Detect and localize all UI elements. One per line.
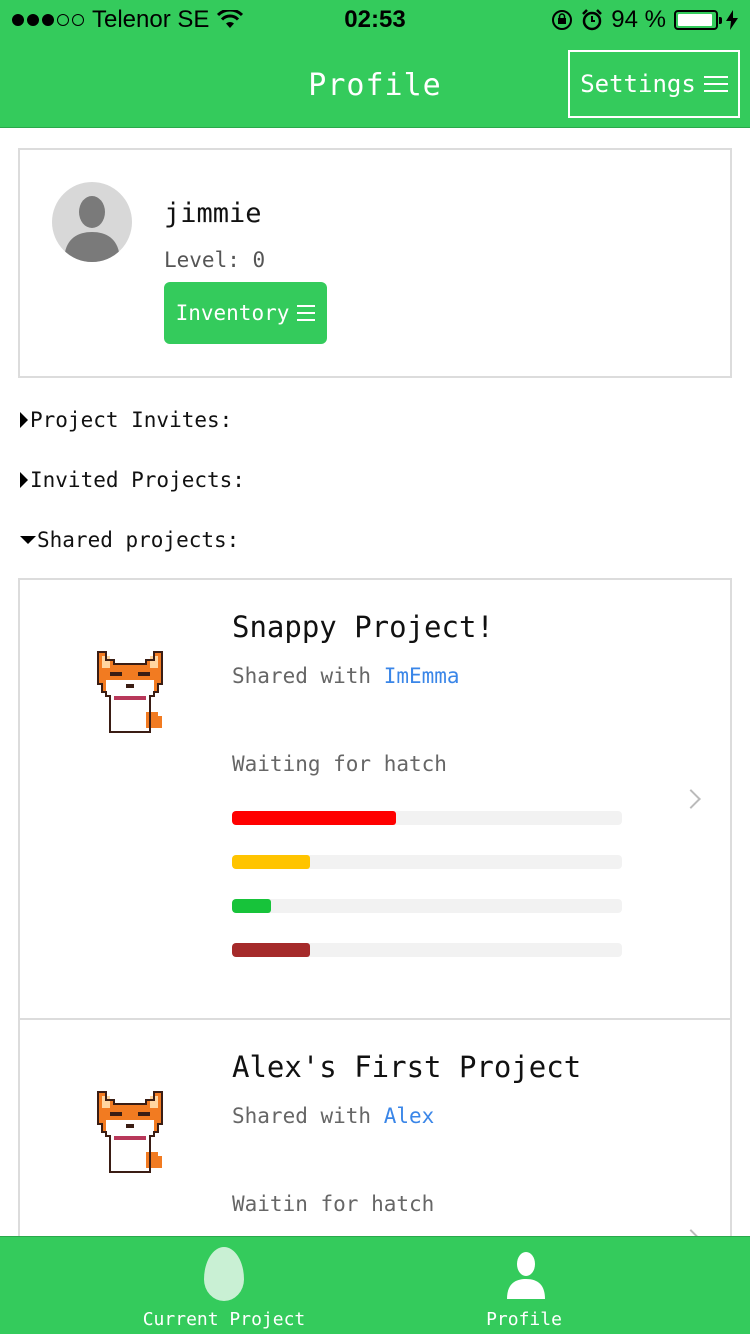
progress-bar-fill	[232, 811, 396, 825]
progress-bar-fill	[232, 943, 310, 957]
battery-level-fill	[678, 14, 712, 26]
settings-label: Settings	[580, 70, 696, 98]
menu-icon	[703, 76, 728, 92]
avatar	[52, 182, 132, 262]
inventory-label: Inventory	[175, 301, 290, 325]
project-card[interactable]: Snappy Project! Shared with ImEmma Waiti…	[18, 578, 732, 1020]
section-shared-projects[interactable]: Shared projects:	[20, 528, 239, 552]
tab-label: Profile	[486, 1309, 562, 1330]
charging-bolt-icon	[726, 10, 738, 30]
progress-bar	[232, 943, 622, 957]
project-title: Snappy Project!	[232, 610, 494, 644]
project-status: Waiting for hatch	[232, 752, 447, 776]
expand-arrow-icon	[20, 412, 28, 428]
tab-bar: Current Project Profile	[0, 1236, 750, 1334]
progress-bar	[232, 899, 622, 913]
section-label: Shared projects:	[37, 528, 240, 552]
shared-user-link[interactable]: Alex	[384, 1104, 435, 1128]
tab-label: Current Project	[142, 1309, 306, 1330]
shared-user-link[interactable]: ImEmma	[384, 664, 460, 688]
username: jimmie	[164, 198, 262, 229]
section-project-invites[interactable]: Project Invites:	[20, 408, 232, 432]
settings-button[interactable]: Settings	[568, 50, 740, 118]
fox-pet-icon	[96, 1090, 166, 1180]
progress-bar-fill	[232, 899, 271, 913]
person-icon	[507, 1252, 545, 1299]
alarm-icon	[582, 9, 603, 31]
tab-profile[interactable]: Profile	[374, 1237, 674, 1334]
menu-icon	[297, 305, 316, 321]
project-title: Alex's First Project	[232, 1050, 582, 1084]
fox-pet-icon	[96, 650, 166, 740]
section-label: Invited Projects:	[30, 468, 245, 492]
project-shared-with: Shared with ImEmma	[232, 664, 460, 688]
progress-bar	[232, 811, 622, 825]
progress-bar-fill	[232, 855, 310, 869]
user-level: Level: 0	[164, 248, 266, 272]
battery-percent: 94 %	[611, 6, 666, 33]
rotation-lock-icon	[552, 10, 573, 30]
section-label: Project Invites:	[30, 408, 233, 432]
shared-prefix: Shared with	[232, 1104, 384, 1128]
profile-card: jimmie Level: 0 Inventory	[18, 148, 732, 378]
project-shared-with: Shared with Alex	[232, 1104, 434, 1128]
chevron-right-icon	[681, 789, 701, 809]
collapse-arrow-icon	[20, 536, 36, 544]
tab-current-project[interactable]: Current Project	[74, 1237, 374, 1334]
battery-icon	[674, 10, 722, 30]
inventory-button[interactable]: Inventory	[164, 282, 327, 344]
expand-arrow-icon	[20, 472, 28, 488]
shared-prefix: Shared with	[232, 664, 384, 688]
navigation-bar: Profile Settings	[0, 40, 750, 128]
progress-bar	[232, 855, 622, 869]
egg-icon	[204, 1247, 244, 1301]
status-right: 94 %	[551, 6, 738, 34]
user-silhouette-icon	[64, 196, 120, 262]
project-status: Waitin for hatch	[232, 1192, 435, 1216]
status-bar: Telenor SE 02:53 94 %	[0, 0, 750, 40]
section-invited-projects[interactable]: Invited Projects:	[20, 468, 245, 492]
